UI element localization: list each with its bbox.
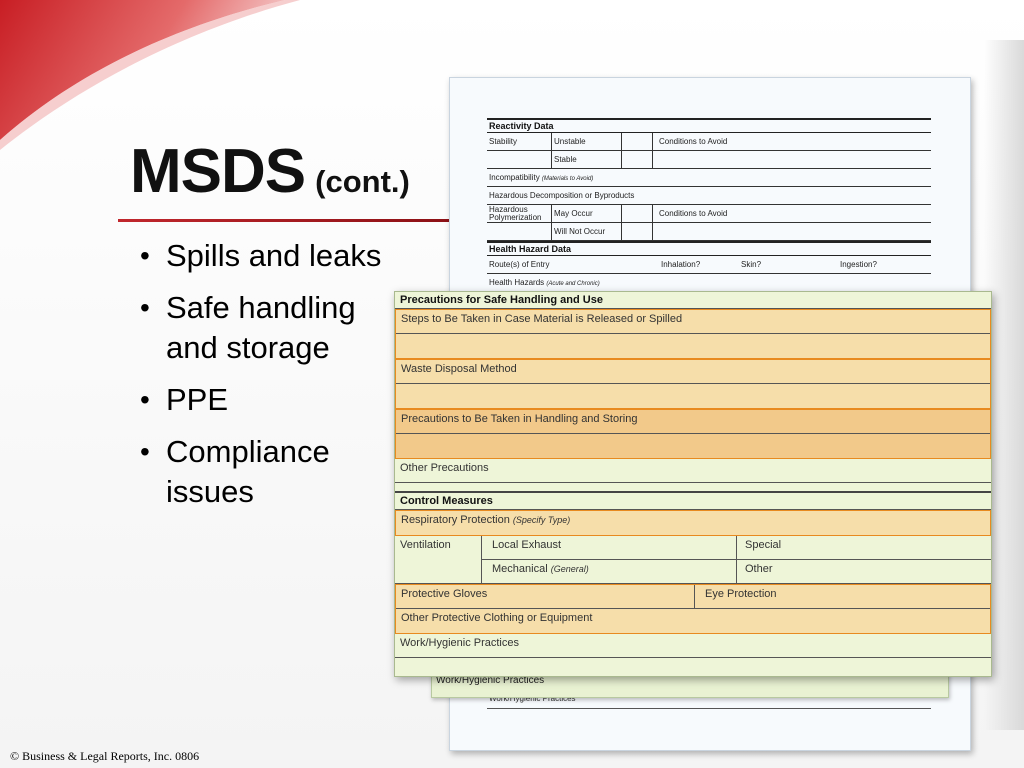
copyright-footer: © Business & Legal Reports, Inc. 0806 xyxy=(10,749,200,763)
health-hazards-label: Health Hazards xyxy=(489,278,545,287)
bullet-item: • Spills and leaks xyxy=(140,236,400,276)
bullet-item: • PPE xyxy=(140,380,400,420)
other-label: Other xyxy=(736,559,991,583)
skin-label: Skin? xyxy=(741,260,762,269)
unstable-label: Unstable xyxy=(551,133,621,150)
title-underline xyxy=(118,219,454,222)
work-practices-label: Work/Hygienic Practices xyxy=(395,634,991,658)
will-not-occur-box xyxy=(621,223,652,240)
title-main: MSDS xyxy=(130,137,306,206)
bullet-list: • Spills and leaks • Safe handling and sto… xyxy=(140,236,400,524)
handling-storing-label: Precautions to Be Taken in Handling and … xyxy=(396,410,990,434)
ventilation-grid: Local Exhaust Special Mechanical (Genera… xyxy=(481,536,991,583)
other-clothing-label: Other Protective Clothing or Equipment xyxy=(401,612,593,624)
health-hazards-note: (Acute and Chronic) xyxy=(546,281,600,287)
bullet-text: Spills and leaks xyxy=(166,238,382,273)
ventilation-label: Ventilation xyxy=(400,539,451,551)
decomposition-row: Hazardous Decomposition or Byproducts xyxy=(487,187,931,205)
decomposition-label: Hazardous Decomposition or Byproducts xyxy=(489,191,635,200)
section-divider xyxy=(395,483,991,493)
blank-cell xyxy=(652,151,931,168)
may-occur-box xyxy=(621,205,652,222)
bullet-dot: • xyxy=(140,292,150,323)
waste-disposal-highlight: Waste Disposal Method xyxy=(395,359,991,409)
decorative-swoosh xyxy=(0,0,300,150)
polymerization-label: Hazardous Polymerization xyxy=(489,205,542,222)
stability-row: Stability Unstable Conditions to Avoid xyxy=(487,133,931,151)
blank-cell xyxy=(487,151,551,168)
blank-cell xyxy=(652,223,931,240)
bullet-dot: • xyxy=(140,240,150,271)
ventilation-block: Ventilation Local Exhaust Special Mechan… xyxy=(395,536,991,584)
bullet-dot: • xyxy=(140,384,150,415)
respiratory-note: (Specify Type) xyxy=(512,515,571,525)
protective-gloves-label: Protective Gloves xyxy=(401,588,488,600)
health-section-title: Health Hazard Data xyxy=(489,244,572,254)
precautions-section-title: Precautions for Safe Handling and Use xyxy=(395,292,991,309)
incompatibility-label: Incompatibility xyxy=(489,173,540,182)
mechanical-label: Mechanical xyxy=(492,562,548,575)
local-exhaust-label: Local Exhaust xyxy=(492,539,562,551)
slide-title: MSDS (cont.) xyxy=(130,136,410,207)
unstable-box xyxy=(621,133,652,150)
stable-row: Stable xyxy=(487,151,931,169)
title-sub: (cont.) xyxy=(315,164,410,199)
respiratory-highlight: Respiratory Protection (Specify Type) xyxy=(395,510,991,536)
polymerization-row: Hazardous Polymerization May Occur Condi… xyxy=(487,205,931,223)
bullet-dot: • xyxy=(140,436,150,467)
bullet-item: • Compliance issues xyxy=(140,432,400,512)
stable-label: Stable xyxy=(551,151,621,168)
waste-disposal-label: Waste Disposal Method xyxy=(396,360,990,384)
reactivity-section-title: Reactivity Data xyxy=(489,121,554,131)
reactivity-health-form: Reactivity Data Stability Unstable Condi… xyxy=(487,118,931,292)
bullet-text: Safe handling and storage xyxy=(166,290,356,365)
may-occur-label: May Occur xyxy=(551,205,621,222)
spill-steps-label: Steps to Be Taken in Case Material is Re… xyxy=(396,310,990,334)
bullet-item: • Safe handling and storage xyxy=(140,288,400,368)
incompatibility-note: (Materials to Avoid) xyxy=(541,176,594,182)
routes-row: Route(s) of Entry Inhalation? Skin? Inge… xyxy=(487,256,931,274)
conditions-avoid-label: Conditions to Avoid xyxy=(652,205,931,222)
special-label: Special xyxy=(736,536,991,559)
other-precautions-label: Other Precautions xyxy=(395,459,991,483)
respiratory-label: Respiratory Protection xyxy=(401,514,510,526)
health-hazards-row: Health Hazards (Acute and Chronic) xyxy=(487,274,931,292)
blank-cell xyxy=(487,223,551,240)
handling-storing-highlight: Precautions to Be Taken in Handling and … xyxy=(395,409,991,459)
will-not-occur-label: Will Not Occur xyxy=(551,223,621,240)
routes-label: Route(s) of Entry xyxy=(489,260,550,269)
incompatibility-row: Incompatibility (Materials to Avoid) xyxy=(487,169,931,187)
eye-protection-label: Eye Protection xyxy=(694,585,990,608)
bullet-text: Compliance issues xyxy=(166,434,330,509)
back-bottom-rule xyxy=(487,708,931,709)
bullet-text: PPE xyxy=(166,382,229,417)
mechanical-note: (General) xyxy=(550,563,589,574)
stable-box xyxy=(621,151,652,168)
spill-steps-highlight: Steps to Be Taken in Case Material is Re… xyxy=(395,309,991,359)
control-section-title: Control Measures xyxy=(395,493,991,510)
ingestion-label: Ingestion? xyxy=(840,260,877,269)
ppe-highlight: Protective Gloves Eye Protection Other P… xyxy=(395,584,991,634)
conditions-avoid-label: Conditions to Avoid xyxy=(652,133,931,150)
will-not-occur-row: Will Not Occur xyxy=(487,223,931,241)
stability-label: Stability xyxy=(489,137,518,146)
msds-front-sheet: Precautions for Safe Handling and Use St… xyxy=(394,291,992,677)
inhalation-label: Inhalation? xyxy=(661,260,701,269)
